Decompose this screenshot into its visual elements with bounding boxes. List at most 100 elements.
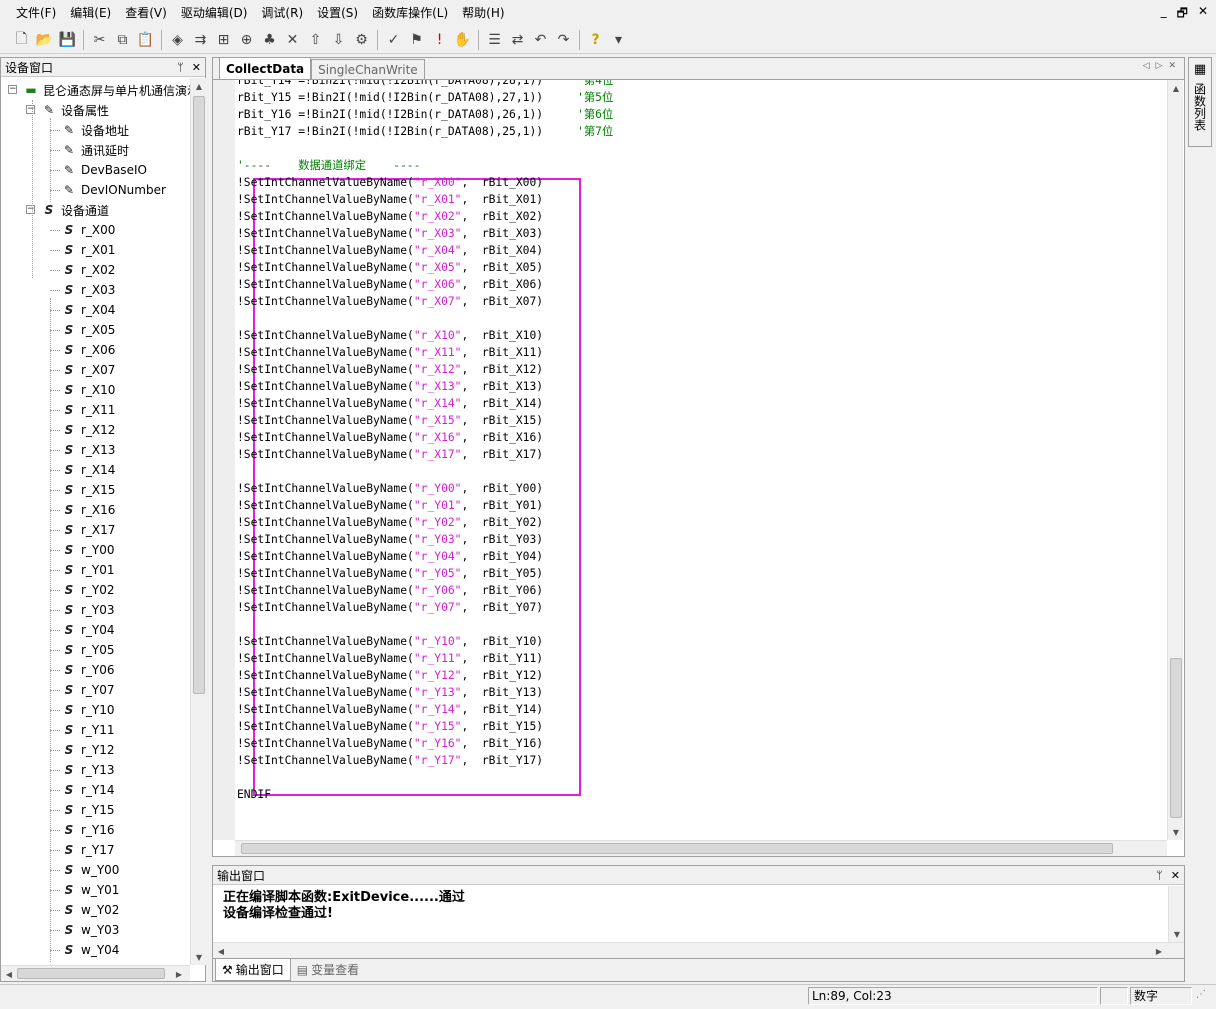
collapse-toggle-icon[interactable]: − — [8, 85, 17, 94]
tree-node[interactable]: Sr_Y05 — [61, 640, 115, 660]
tree-node[interactable]: Sr_X07 — [61, 360, 116, 380]
scroll-left-icon[interactable]: ◀ — [3, 966, 15, 982]
tree-node[interactable]: Sr_Y04 — [61, 620, 115, 640]
paste-icon[interactable]: 📋 — [134, 29, 157, 51]
tree-node[interactable]: Sr_X15 — [61, 480, 116, 500]
tab-collectdata[interactable]: CollectData — [219, 57, 312, 79]
scroll-thumb[interactable] — [1170, 658, 1182, 818]
tree-node[interactable]: Sr_Y01 — [61, 560, 115, 580]
replace-icon[interactable]: ⇄ — [506, 29, 529, 51]
compile-icon[interactable]: ◈ — [166, 29, 189, 51]
output-tab[interactable]: ⚒ 输出窗口 — [215, 959, 291, 981]
collapse-toggle-icon[interactable]: − — [26, 105, 35, 114]
tree-node[interactable]: Sr_Y12 — [61, 740, 115, 760]
tree-node[interactable]: Sr_X12 — [61, 420, 116, 440]
tree-node[interactable]: Sr_Y15 — [61, 800, 115, 820]
tree-node[interactable]: Sr_X11 — [61, 400, 116, 420]
tree-node[interactable]: Sr_X10 — [61, 380, 116, 400]
redo-icon[interactable]: ↷ — [552, 29, 575, 51]
resize-grip-icon[interactable]: ⋰ — [1196, 989, 1206, 1000]
add-user-icon[interactable]: ♣ — [258, 29, 281, 51]
close-icon[interactable]: ✕ — [192, 61, 201, 74]
up-arrow-icon[interactable]: ⇧ — [304, 29, 327, 51]
hand-icon[interactable]: ✋ — [451, 29, 474, 51]
output-horizontal-scrollbar[interactable]: ◀ ▶ — [213, 942, 1184, 958]
tree-node[interactable]: Sr_Y17 — [61, 840, 115, 860]
editor-horizontal-scrollbar[interactable] — [235, 840, 1167, 856]
tree-node[interactable]: Sr_Y03 — [61, 600, 115, 620]
scroll-up-icon[interactable]: ▲ — [191, 78, 207, 94]
scroll-up-icon[interactable]: ▲ — [1168, 80, 1184, 96]
help-icon[interactable]: ? — [584, 29, 607, 51]
add-channel-icon[interactable]: ⊞ — [212, 29, 235, 51]
step-icon[interactable]: ⇉ — [189, 29, 212, 51]
menu-item[interactable]: 调试(R) — [254, 0, 310, 26]
tree-node[interactable]: Sr_X00 — [61, 220, 116, 240]
tree-node[interactable]: Sr_X04 — [61, 300, 116, 320]
tree-node[interactable]: Sr_X16 — [61, 500, 116, 520]
dropdown-icon[interactable]: ▾ — [607, 29, 630, 51]
close-icon[interactable]: ✕ — [1171, 869, 1180, 882]
output-vertical-scrollbar[interactable]: ▼ — [1168, 886, 1184, 942]
menu-item[interactable]: 驱动编辑(D) — [174, 0, 255, 26]
new-file-icon[interactable]: 🗋 — [10, 29, 33, 51]
cut-icon[interactable]: ✂ — [88, 29, 111, 51]
minimize-icon[interactable]: _ — [1161, 4, 1167, 25]
code-area[interactable]: rBit_Y14 =!Bin2I(!mid(!I2Bin(r_DATA08),2… — [237, 80, 1165, 840]
scroll-right-icon[interactable]: ▶ — [173, 966, 185, 982]
tree-node[interactable]: Sr_Y14 — [61, 780, 115, 800]
scroll-thumb[interactable] — [193, 96, 205, 694]
pin-icon[interactable]: ᛘ — [177, 61, 184, 74]
pin-icon[interactable]: ᛘ — [1156, 869, 1163, 882]
menu-item[interactable]: 文件(F) — [0, 0, 63, 26]
delete-icon[interactable]: ✕ — [281, 29, 304, 51]
function-list-panel[interactable]: ▦ 函数列表 — [1188, 57, 1212, 147]
tree-node[interactable]: S 设备通道 — [41, 200, 109, 220]
tab-prev-icon[interactable]: ◁ — [1143, 61, 1150, 71]
tree-node[interactable]: Sr_X13 — [61, 440, 116, 460]
editor-vertical-scrollbar[interactable]: ▲ ▼ — [1167, 80, 1183, 840]
menu-item[interactable]: 函数库操作(L) — [365, 0, 455, 26]
tree-node[interactable]: Sr_Y02 — [61, 580, 115, 600]
down-arrow-icon[interactable]: ⇩ — [327, 29, 350, 51]
menu-item[interactable]: 帮助(H) — [455, 0, 511, 26]
menu-item[interactable]: 编辑(E) — [63, 0, 118, 26]
tree-node[interactable]: ✎ 设备地址 — [61, 120, 129, 140]
tree-node[interactable]: Sw_Y01 — [61, 880, 120, 900]
undo-icon[interactable]: ↶ — [529, 29, 552, 51]
tree-node[interactable]: Sr_X03 — [61, 280, 116, 300]
scroll-down-icon[interactable]: ▼ — [1168, 824, 1184, 840]
tree-node[interactable]: Sw_Y00 — [61, 860, 120, 880]
save-icon[interactable]: 💾 — [56, 29, 79, 51]
tree-node[interactable]: Sw_Y02 — [61, 900, 120, 920]
tab-singlechanwrite[interactable]: SingleChanWrite — [311, 59, 425, 79]
tree-horizontal-scrollbar[interactable]: ◀ ▶ — [1, 965, 190, 981]
scroll-down-icon[interactable]: ▼ — [191, 949, 207, 965]
tree-node[interactable]: Sw_Y03 — [61, 920, 120, 940]
scroll-thumb[interactable] — [241, 843, 1113, 854]
indent-icon[interactable]: ☰ — [483, 29, 506, 51]
tree-node[interactable]: ✎ DevIONumber — [61, 180, 166, 200]
tree-node[interactable]: Sr_X06 — [61, 340, 116, 360]
tree-node[interactable]: ✎ 设备属性 — [41, 100, 109, 120]
add-node-icon[interactable]: ⊕ — [235, 29, 258, 51]
menu-item[interactable]: 查看(V) — [118, 0, 174, 26]
tree-node[interactable]: Sr_X02 — [61, 260, 116, 280]
tree-node[interactable]: ▬ 昆仑通态屏与单片机通信演示 — [23, 80, 191, 100]
tab-next-icon[interactable]: ▷ — [1156, 61, 1163, 71]
tree-node[interactable]: Sr_X14 — [61, 460, 116, 480]
debug-icon[interactable]: ⚑ — [405, 29, 428, 51]
tree-node[interactable]: ✎ 通讯延时 — [61, 140, 129, 160]
restore-icon[interactable]: 🗗 — [1177, 4, 1188, 25]
tree-node[interactable]: Sr_Y11 — [61, 720, 115, 740]
tree-vertical-scrollbar[interactable]: ▲ ▼ — [190, 78, 206, 965]
open-folder-icon[interactable]: 📂 — [33, 29, 56, 51]
tree-node[interactable]: Sr_X17 — [61, 520, 116, 540]
tree-node[interactable]: Sr_Y16 — [61, 820, 115, 840]
tree-node[interactable]: Sr_Y06 — [61, 660, 115, 680]
scroll-down-icon[interactable]: ▼ — [1169, 926, 1185, 942]
tree-node[interactable]: Sr_Y00 — [61, 540, 115, 560]
scroll-right-icon[interactable]: ▶ — [1153, 943, 1165, 959]
tree-node[interactable]: Sr_X05 — [61, 320, 116, 340]
menu-item[interactable]: 设置(S) — [310, 0, 365, 26]
